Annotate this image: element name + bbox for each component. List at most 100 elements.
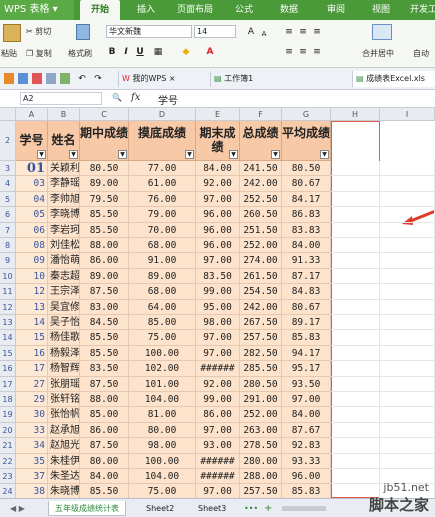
table-cell[interactable]: 17: [16, 361, 48, 377]
table-cell[interactable]: 85.50: [80, 345, 129, 362]
filter-dropdown-icon[interactable]: ▼: [271, 150, 280, 159]
italic-button[interactable]: I: [120, 46, 132, 58]
empty-cell[interactable]: [380, 376, 435, 392]
table-cell[interactable]: 98.00: [129, 438, 196, 454]
empty-cell[interactable]: [331, 376, 380, 392]
table-cell[interactable]: 03: [16, 176, 48, 192]
empty-cell[interactable]: [331, 222, 380, 238]
tab-home[interactable]: 开始: [80, 0, 120, 20]
empty-cell[interactable]: [331, 453, 380, 469]
doc-tab-grades[interactable]: ▤ 成绩表Excel.xls: [352, 71, 435, 87]
pdf-icon[interactable]: [32, 73, 42, 84]
align-top-icon[interactable]: ≡: [283, 26, 295, 38]
table-cell[interactable]: 34: [16, 438, 48, 454]
table-cell[interactable]: 89.00: [80, 176, 129, 192]
table-cell[interactable]: 赵旭光: [48, 438, 80, 454]
filter-dropdown-icon[interactable]: ▼: [320, 150, 329, 159]
empty-cell[interactable]: [331, 253, 380, 269]
table-cell[interactable]: 81.00: [129, 407, 196, 423]
table-cell[interactable]: 278.50: [240, 438, 282, 454]
table-cell[interactable]: 朱圣达: [48, 469, 80, 485]
tab-developer[interactable]: 开发工: [410, 0, 435, 20]
table-cell[interactable]: 95.17: [282, 361, 331, 377]
column-title-cell[interactable]: 平均成绩 ▼: [282, 121, 331, 161]
table-cell[interactable]: 68.00: [129, 284, 196, 300]
row-header[interactable]: 2: [0, 121, 16, 161]
row-header[interactable]: 13: [0, 315, 16, 331]
empty-cell[interactable]: [331, 438, 380, 454]
app-menu-button[interactable]: WPS 表格 ▾: [0, 0, 74, 20]
redo-icon[interactable]: ↷: [92, 73, 104, 85]
table-cell[interactable]: 102.00: [129, 361, 196, 377]
table-cell[interactable]: 85.50: [80, 207, 129, 223]
table-cell[interactable]: 李帅旭: [48, 191, 80, 208]
empty-cell[interactable]: [380, 253, 435, 269]
table-cell[interactable]: 280.50: [240, 376, 282, 392]
table-cell[interactable]: 王宗泽: [48, 284, 80, 300]
empty-cell[interactable]: [380, 191, 435, 208]
table-cell[interactable]: 04: [16, 191, 48, 208]
row-header[interactable]: 15: [0, 345, 16, 362]
table-cell[interactable]: 285.50: [240, 361, 282, 377]
row-header[interactable]: 6: [0, 207, 16, 223]
empty-cell[interactable]: [331, 207, 380, 223]
empty-cell[interactable]: [380, 268, 435, 285]
table-cell[interactable]: 83.50: [80, 361, 129, 377]
table-cell[interactable]: 100.00: [129, 453, 196, 469]
table-cell[interactable]: 13: [16, 299, 48, 315]
table-cell[interactable]: 86.00: [80, 422, 129, 439]
row-header[interactable]: 5: [0, 191, 16, 208]
paste-icon[interactable]: [3, 24, 21, 42]
save-icon[interactable]: [18, 73, 28, 84]
table-cell[interactable]: 84.00: [80, 469, 129, 485]
table-cell[interactable]: 84.17: [282, 191, 331, 208]
column-title-cell[interactable]: 学号 ▼: [16, 121, 48, 161]
table-cell[interactable]: 88.00: [80, 392, 129, 408]
table-cell[interactable]: 朱桂伊: [48, 453, 80, 469]
filter-dropdown-icon[interactable]: ▼: [69, 150, 78, 159]
table-cell[interactable]: 33: [16, 422, 48, 439]
table-cell[interactable]: 88.00: [80, 238, 129, 254]
table-cell[interactable]: 86.83: [282, 207, 331, 223]
table-cell[interactable]: 80.50: [282, 161, 331, 177]
table-cell[interactable]: 263.00: [240, 422, 282, 439]
paste-label[interactable]: 粘贴: [1, 48, 17, 59]
table-cell[interactable]: 96.00: [196, 207, 240, 223]
table-cell[interactable]: 93.50: [282, 376, 331, 392]
column-header[interactable]: D: [129, 108, 196, 121]
table-cell[interactable]: 80.67: [282, 176, 331, 192]
decrease-font-icon[interactable]: A: [258, 28, 270, 40]
row-header[interactable]: 14: [0, 330, 16, 346]
fx-button[interactable]: fx: [131, 92, 140, 103]
table-cell[interactable]: 吴宜修: [48, 299, 80, 315]
doc-tab-my-wps[interactable]: W 我的WPS ×: [118, 71, 200, 87]
table-cell[interactable]: 94.17: [282, 345, 331, 362]
row-header[interactable]: 18: [0, 392, 16, 408]
empty-cell[interactable]: [331, 345, 380, 362]
column-title-cell[interactable]: 摸底成绩 ▼: [129, 121, 196, 161]
table-cell[interactable]: 30: [16, 407, 48, 423]
table-cell[interactable]: 97.00: [196, 484, 240, 498]
font-name-select[interactable]: 华文新魏: [106, 25, 192, 38]
empty-cell[interactable]: [380, 422, 435, 439]
column-title-cell[interactable]: 期中成绩 ▼: [80, 121, 129, 161]
table-cell[interactable]: 李晓博: [48, 207, 80, 223]
table-cell[interactable]: 96.00: [282, 469, 331, 485]
table-cell[interactable]: 赵承旭: [48, 422, 80, 439]
column-title-cell[interactable]: 总成绩 ▼: [240, 121, 282, 161]
table-cell[interactable]: 87.50: [80, 376, 129, 392]
table-cell[interactable]: 85.50: [80, 330, 129, 346]
table-cell[interactable]: 260.50: [240, 207, 282, 223]
empty-cell[interactable]: [331, 407, 380, 423]
empty-cell[interactable]: [331, 176, 380, 192]
column-header[interactable]: F: [240, 108, 282, 121]
format-painter-label[interactable]: 格式刷: [68, 48, 92, 59]
table-cell[interactable]: 李岩珂: [48, 222, 80, 238]
table-cell[interactable]: 87.17: [282, 268, 331, 285]
column-header[interactable]: H: [331, 108, 380, 121]
table-cell[interactable]: 12: [16, 284, 48, 300]
table-cell[interactable]: 35: [16, 453, 48, 469]
empty-cell[interactable]: [331, 268, 380, 285]
merge-center-label[interactable]: 合并居中: [362, 48, 394, 59]
tab-view[interactable]: 视图: [372, 0, 390, 20]
